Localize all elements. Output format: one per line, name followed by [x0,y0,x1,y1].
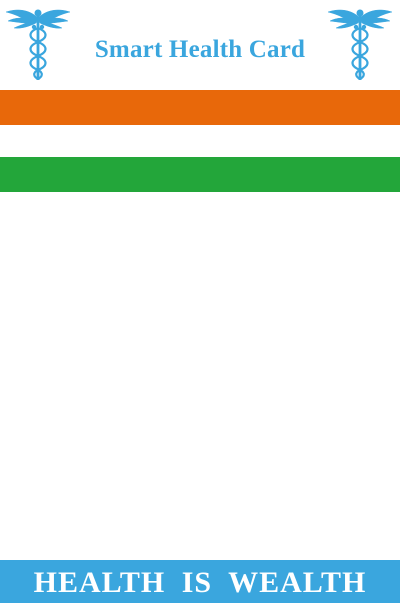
white-stripe [0,125,400,157]
green-stripe [0,157,400,192]
saffron-stripe [0,90,400,125]
footer-banner: HEALTH IS WEALTH [0,560,400,603]
health-card: Smart Health Card HEALTH IS WEALTH [0,0,400,603]
caduceus-icon [327,9,393,80]
card-body [0,192,400,560]
